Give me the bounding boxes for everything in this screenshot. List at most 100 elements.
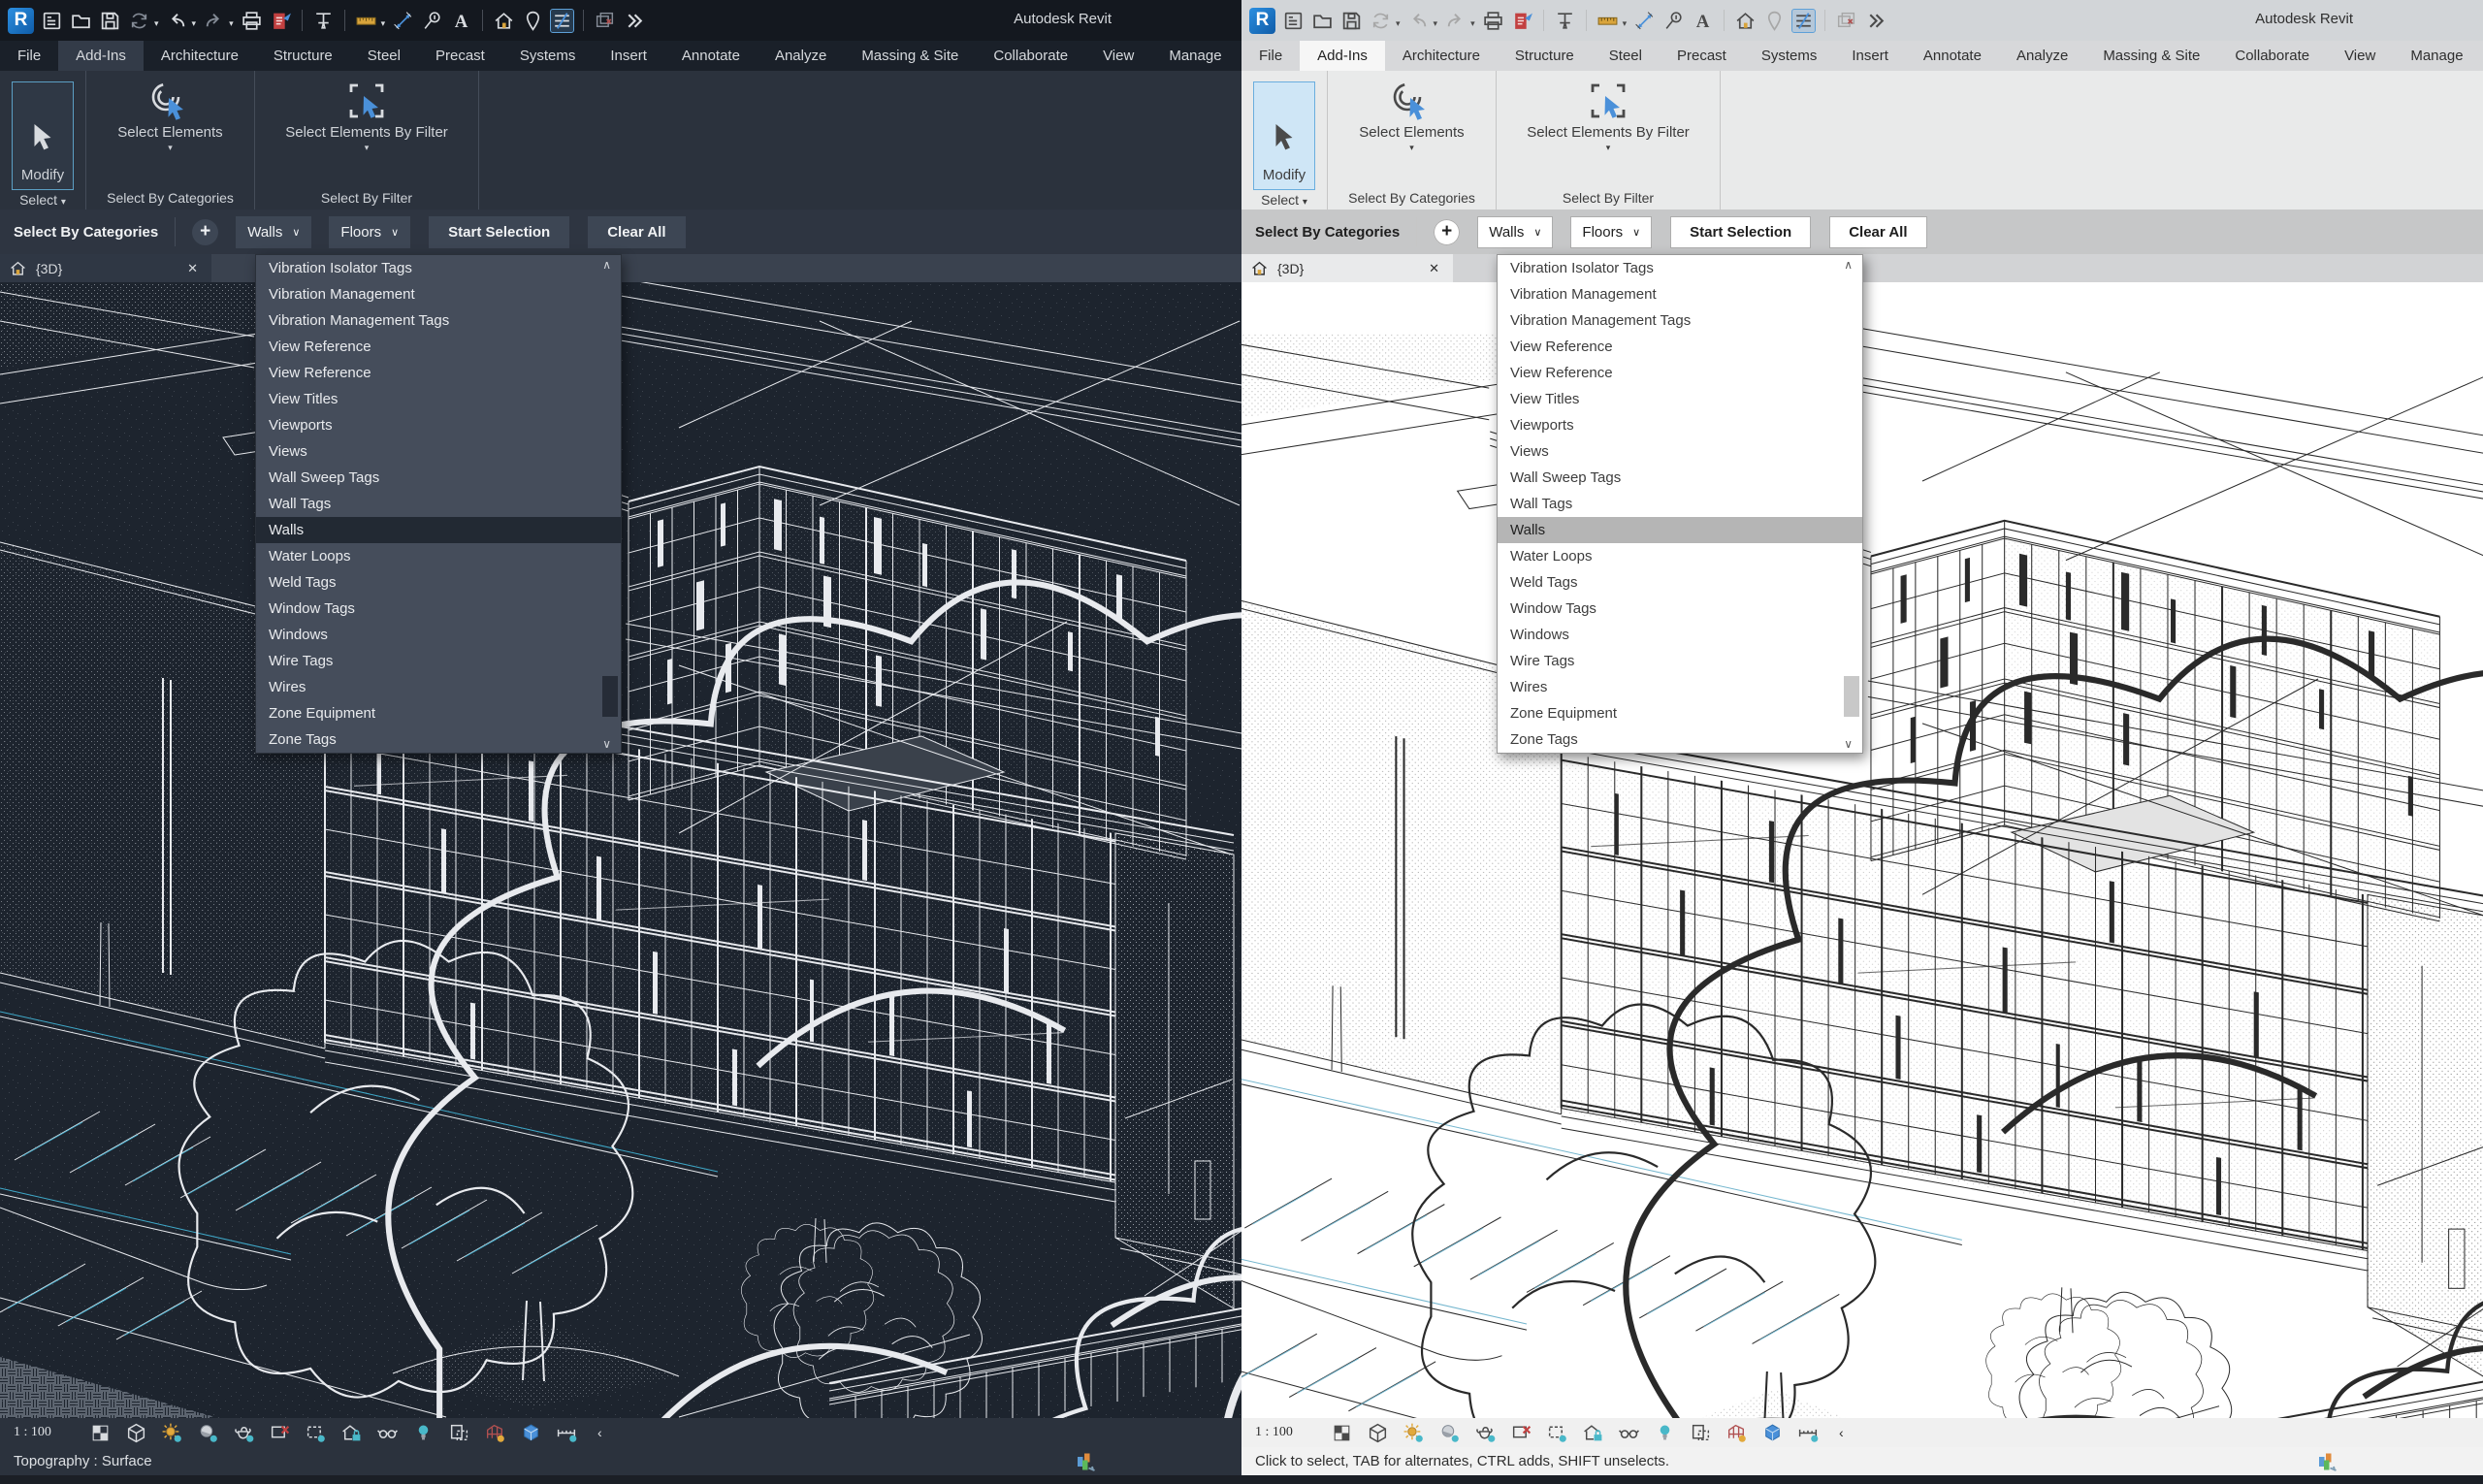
sync-icon[interactable]: [128, 10, 150, 32]
selection-box-icon[interactable]: [520, 1422, 542, 1444]
reveal-hidden-elements-icon[interactable]: [376, 1422, 399, 1444]
view-tab-3d[interactable]: {3D} ✕: [0, 254, 211, 282]
reveal-constraints-icon[interactable]: [556, 1422, 578, 1444]
ribbon-tab[interactable]: File: [1242, 41, 1300, 71]
category-list-item[interactable]: Vibration Management: [256, 281, 621, 307]
save-icon[interactable]: [99, 10, 121, 32]
ribbon-tab[interactable]: Analyze: [758, 41, 844, 71]
add-category-button[interactable]: +: [1434, 219, 1460, 245]
category-list-item[interactable]: Window Tags: [1498, 596, 1862, 622]
default-3d-view-icon[interactable]: [493, 10, 515, 32]
panel-label-select[interactable]: Select ▾: [1242, 190, 1327, 211]
ribbon-tab[interactable]: Massing & Site: [844, 41, 976, 71]
scroll-down-icon[interactable]: ∨: [1844, 737, 1853, 751]
reveal-hidden-elements-icon[interactable]: [1618, 1422, 1640, 1444]
print-icon[interactable]: [1482, 10, 1504, 32]
clear-all-button[interactable]: Clear All: [588, 216, 685, 248]
ribbon-tab[interactable]: Add-Ins: [1300, 41, 1385, 71]
ribbon-tab[interactable]: Annotate: [1906, 41, 1999, 71]
temporary-view-properties-icon[interactable]: [448, 1422, 470, 1444]
category-list-item[interactable]: Wire Tags: [256, 648, 621, 674]
category-list-item[interactable]: Walls: [1498, 517, 1862, 543]
open-icon[interactable]: [70, 10, 92, 32]
open-icon[interactable]: [1311, 10, 1334, 32]
category-list-item[interactable]: Vibration Management Tags: [1498, 307, 1862, 334]
section-pin-icon[interactable]: [312, 10, 335, 32]
detail-level-icon[interactable]: [89, 1422, 112, 1444]
render-icon[interactable]: [1474, 1422, 1497, 1444]
shadows-icon[interactable]: [1438, 1422, 1461, 1444]
reveal-constraints-icon[interactable]: [1797, 1422, 1820, 1444]
category-list-item[interactable]: Vibration Management: [1498, 281, 1862, 307]
close-view-icon[interactable]: ✕: [1425, 261, 1443, 276]
revit-logo-icon[interactable]: R: [8, 8, 34, 34]
undo-caret-icon[interactable]: ▾: [1434, 18, 1438, 29]
render-icon[interactable]: [233, 1422, 255, 1444]
ribbon-tab[interactable]: Precast: [418, 41, 502, 71]
close-inactive-windows-icon[interactable]: [1835, 10, 1857, 32]
shadows-icon[interactable]: [197, 1422, 219, 1444]
displaced-elements-icon[interactable]: [1725, 1422, 1748, 1444]
category-list-item[interactable]: Vibration Isolator Tags: [1498, 255, 1862, 281]
file-properties-icon[interactable]: [41, 10, 63, 32]
redo-caret-icon[interactable]: ▾: [229, 18, 234, 29]
temporary-hide-isolate-icon[interactable]: [1654, 1422, 1676, 1444]
category-dropdown-walls[interactable]: Walls∨: [1477, 216, 1553, 248]
start-selection-button[interactable]: Start Selection: [1670, 216, 1811, 248]
ribbon-tab[interactable]: Precast: [1660, 41, 1744, 71]
ribbon-tab[interactable]: Manage: [1151, 41, 1239, 71]
ribbon-tab[interactable]: Collaborate: [2217, 41, 2327, 71]
sync-icon[interactable]: [1370, 10, 1392, 32]
scrollbar-thumb[interactable]: [602, 676, 618, 717]
view-tab-3d[interactable]: {3D} ✕: [1242, 254, 1453, 282]
category-list-item[interactable]: Wall Sweep Tags: [1498, 465, 1862, 491]
ribbon-tab[interactable]: Systems: [502, 41, 594, 71]
redo-caret-icon[interactable]: ▾: [1470, 18, 1475, 29]
sun-path-icon[interactable]: [161, 1422, 183, 1444]
sync-caret-icon[interactable]: ▾: [1396, 18, 1401, 29]
locked-3d-view-icon[interactable]: [1582, 1422, 1604, 1444]
aligned-dimension-icon[interactable]: [392, 10, 414, 32]
text-icon[interactable]: [1692, 10, 1714, 32]
expand-toolbar-icon[interactable]: [1864, 10, 1886, 32]
crop-view-icon[interactable]: [269, 1422, 291, 1444]
redo-icon[interactable]: [203, 10, 225, 32]
ribbon-tab[interactable]: Add-Ins: [58, 41, 144, 71]
expand-toolbar-icon[interactable]: [623, 10, 645, 32]
category-list-item[interactable]: Views: [256, 438, 621, 465]
text-icon[interactable]: [450, 10, 472, 32]
undo-icon[interactable]: [166, 10, 188, 32]
category-list-item[interactable]: View Reference: [1498, 360, 1862, 386]
category-list-item[interactable]: Weld Tags: [1498, 569, 1862, 596]
ribbon-tab[interactable]: File: [0, 41, 58, 71]
save-icon[interactable]: [1340, 10, 1363, 32]
temporary-hide-isolate-icon[interactable]: [412, 1422, 435, 1444]
clear-all-button[interactable]: Clear All: [1829, 216, 1926, 248]
worksharing-icon[interactable]: [2316, 1450, 2339, 1473]
thin-lines-icon[interactable]: [551, 10, 573, 32]
category-list-item[interactable]: Zone Tags: [256, 726, 621, 753]
show-crop-region-icon[interactable]: [305, 1422, 327, 1444]
measure-icon[interactable]: [355, 10, 377, 32]
selection-box-icon[interactable]: [1761, 1422, 1784, 1444]
collapse-view-bar-icon[interactable]: ‹: [592, 1425, 608, 1440]
category-list-item[interactable]: Water Loops: [1498, 543, 1862, 569]
file-properties-icon[interactable]: [1282, 10, 1305, 32]
ribbon-tab[interactable]: Architecture: [144, 41, 256, 71]
displaced-elements-icon[interactable]: [484, 1422, 506, 1444]
modify-button[interactable]: Modify: [1253, 81, 1315, 190]
panel-label-select[interactable]: Select ▾: [0, 190, 85, 211]
locked-3d-view-icon[interactable]: [340, 1422, 363, 1444]
redo-icon[interactable]: [1444, 10, 1467, 32]
ribbon-tab[interactable]: Steel: [1592, 41, 1660, 71]
category-list-item[interactable]: Zone Equipment: [1498, 700, 1862, 726]
ribbon-tab[interactable]: Analyze: [1999, 41, 2085, 71]
category-list-item[interactable]: Viewports: [1498, 412, 1862, 438]
close-view-icon[interactable]: ✕: [183, 261, 202, 276]
category-list-item[interactable]: Wire Tags: [1498, 648, 1862, 674]
category-list-item[interactable]: Zone Tags: [1498, 726, 1862, 753]
temporary-view-properties-icon[interactable]: [1690, 1422, 1712, 1444]
show-crop-region-icon[interactable]: [1546, 1422, 1568, 1444]
category-list-item[interactable]: Windows: [256, 622, 621, 648]
scroll-up-icon[interactable]: ∧: [602, 258, 611, 272]
